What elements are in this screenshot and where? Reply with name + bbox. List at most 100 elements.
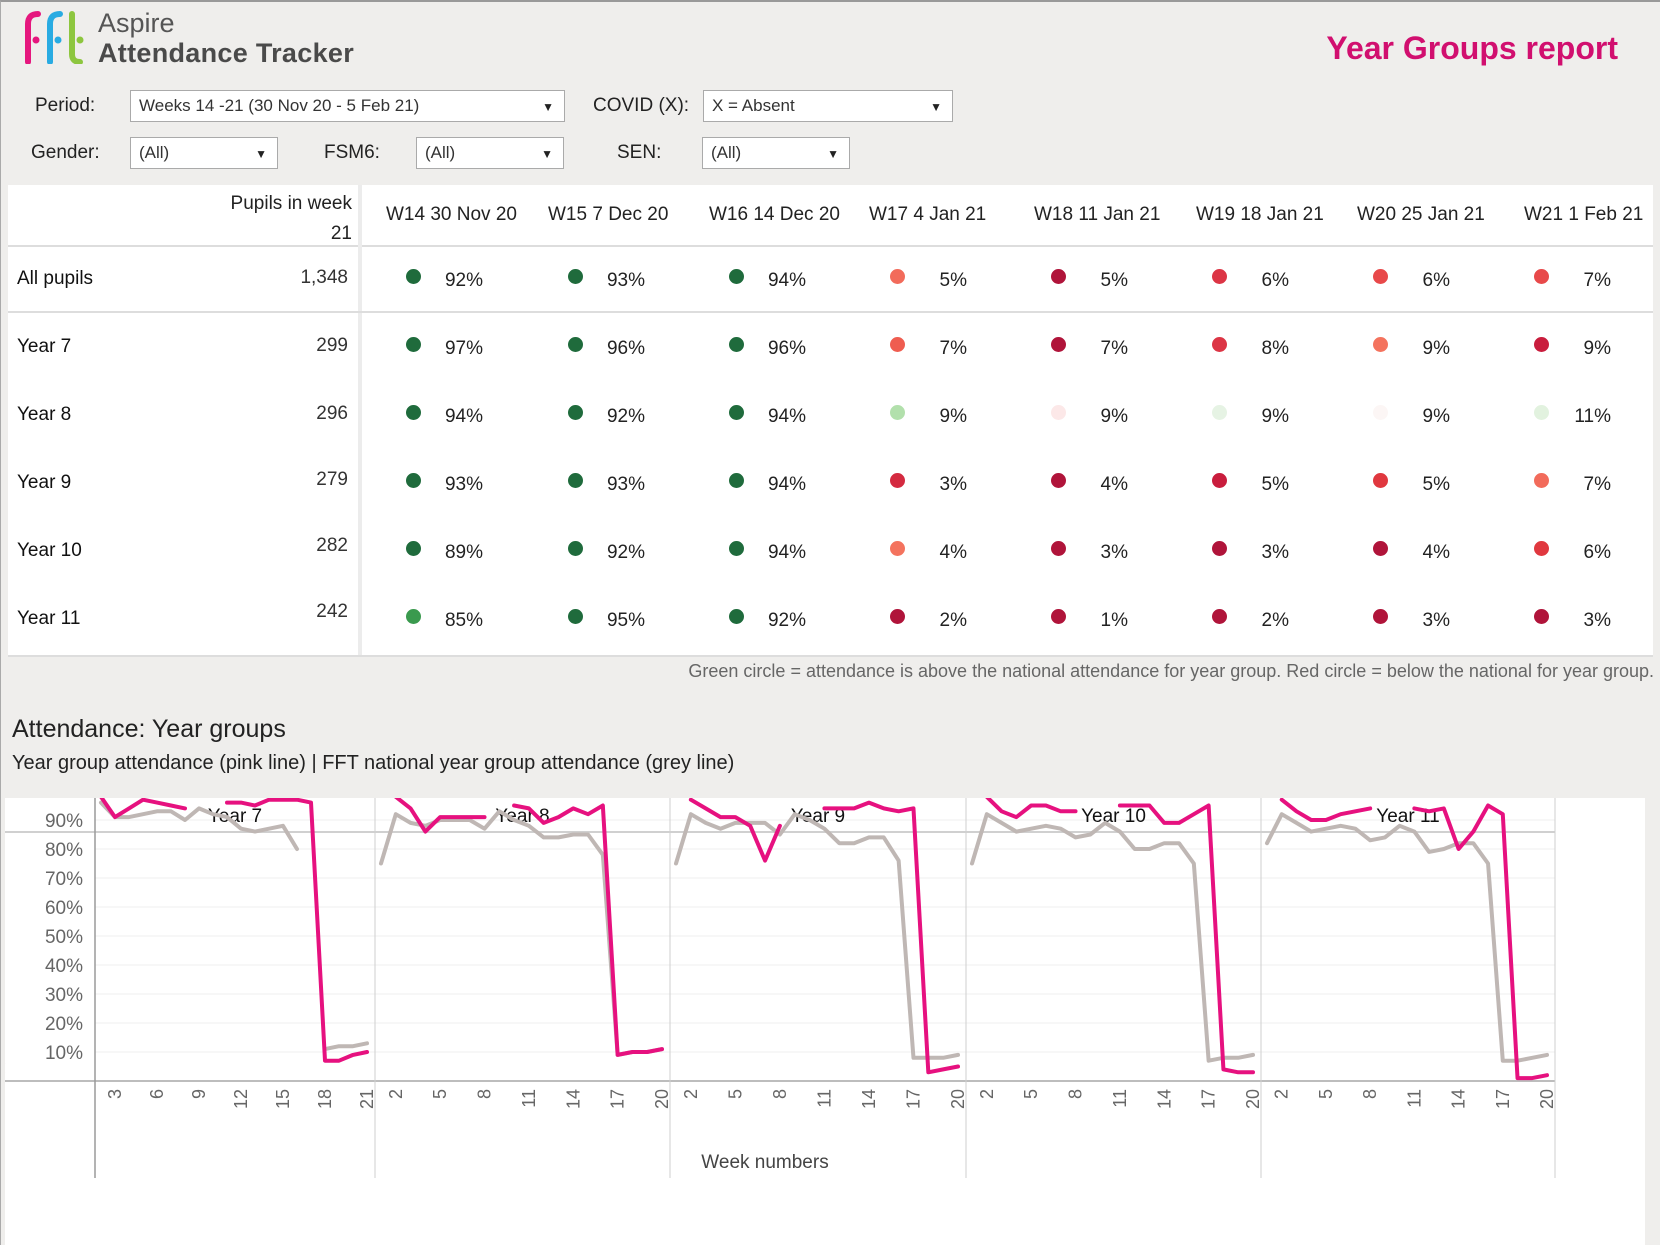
status-dot bbox=[568, 609, 583, 624]
attendance-value: 7% bbox=[939, 338, 967, 359]
status-dot bbox=[890, 609, 905, 624]
attendance-value: 6% bbox=[1261, 270, 1289, 291]
table-row: Year 10 282 89% 92% 94% 4% 3% 3% 4% 6% bbox=[8, 519, 1653, 585]
attendance-value: 9% bbox=[1100, 406, 1128, 427]
gender-dropdown[interactable]: (All) ▼ bbox=[130, 137, 278, 169]
attendance-value: 95% bbox=[606, 610, 645, 631]
x-tick-label: 5 bbox=[1316, 1089, 1336, 1099]
attendance-value: 94% bbox=[767, 542, 806, 563]
attendance-value: 5% bbox=[1100, 270, 1128, 291]
fsm6-value: (All) bbox=[425, 143, 456, 162]
table-row-all-pupils: All pupils 1,348 92% 93% 94% 5% 5% 6% 6% 7% bbox=[8, 247, 1653, 313]
y-tick-label: 30% bbox=[45, 985, 83, 1006]
attendance-value: 85% bbox=[444, 610, 483, 631]
covid-dropdown[interactable]: X = Absent ▼ bbox=[703, 90, 953, 122]
chevron-down-icon: ▼ bbox=[827, 147, 839, 161]
sen-label: SEN: bbox=[617, 142, 662, 163]
pupil-count: 299 bbox=[316, 335, 348, 356]
status-dot bbox=[1373, 541, 1388, 556]
x-tick-label: 17 bbox=[608, 1089, 628, 1109]
pupils-header-line2: 21 bbox=[330, 223, 352, 244]
status-dot bbox=[729, 473, 744, 488]
attendance-value: 96% bbox=[767, 338, 806, 359]
x-tick-label: 9 bbox=[189, 1089, 209, 1099]
row-label: Year 9 bbox=[17, 472, 72, 493]
status-dot bbox=[1051, 269, 1066, 284]
x-tick-label: 17 bbox=[1493, 1089, 1513, 1109]
y-tick-label: 20% bbox=[45, 1014, 83, 1035]
x-tick-label: 14 bbox=[1154, 1089, 1174, 1109]
school-line bbox=[688, 798, 782, 863]
attendance-value: 4% bbox=[939, 542, 967, 563]
status-dot bbox=[1373, 609, 1388, 624]
week-header: W14 30 Nov 20 bbox=[386, 204, 517, 225]
pupils-column-header: Pupils in week 21 bbox=[231, 189, 352, 249]
attendance-value: 93% bbox=[444, 474, 483, 495]
attendance-value: 3% bbox=[1422, 610, 1450, 631]
status-dot bbox=[1051, 405, 1066, 420]
app-title: Aspire Attendance Tracker bbox=[98, 8, 354, 68]
attendance-value: 94% bbox=[767, 474, 806, 495]
status-dot bbox=[1212, 269, 1227, 284]
y-tick-label: 10% bbox=[45, 1043, 83, 1064]
status-dot bbox=[1373, 337, 1388, 352]
status-dot bbox=[1534, 337, 1549, 352]
x-tick-label: 14 bbox=[563, 1089, 583, 1109]
status-dot bbox=[729, 609, 744, 624]
attendance-value: 3% bbox=[1261, 542, 1289, 563]
status-dot bbox=[1212, 405, 1227, 420]
y-tick-label: 60% bbox=[45, 898, 83, 919]
attendance-value: 9% bbox=[1422, 338, 1450, 359]
x-tick-label: 5 bbox=[1021, 1089, 1041, 1099]
x-tick-label: 8 bbox=[1066, 1089, 1086, 1099]
y-tick-label: 90% bbox=[45, 811, 83, 832]
pupils-header-line1: Pupils in week bbox=[230, 193, 352, 214]
chevron-down-icon: ▼ bbox=[930, 100, 942, 114]
attendance-value: 11% bbox=[1574, 406, 1611, 427]
sen-dropdown[interactable]: (All) ▼ bbox=[702, 137, 850, 169]
school-line bbox=[1412, 803, 1549, 1081]
x-tick-label: 2 bbox=[386, 1089, 406, 1099]
attendance-value: 2% bbox=[1261, 610, 1289, 631]
status-dot bbox=[1051, 541, 1066, 556]
attendance-value: 1% bbox=[1100, 610, 1128, 631]
attendance-value: 4% bbox=[1422, 542, 1450, 563]
chevron-down-icon: ▼ bbox=[542, 100, 554, 114]
x-tick-label: 8 bbox=[770, 1089, 790, 1099]
school-line bbox=[512, 803, 664, 1057]
status-dot bbox=[568, 473, 583, 488]
attendance-value: 5% bbox=[1261, 474, 1289, 495]
attendance-value: 94% bbox=[444, 406, 483, 427]
sen-value: (All) bbox=[711, 143, 742, 162]
section-subtitle: Year group attendance (pink line) | FFT … bbox=[12, 752, 735, 774]
school-line bbox=[225, 798, 369, 1063]
x-tick-label: 6 bbox=[147, 1089, 167, 1099]
chevron-down-icon: ▼ bbox=[255, 147, 267, 161]
x-tick-label: 8 bbox=[475, 1089, 495, 1099]
x-tick-label: 2 bbox=[977, 1089, 997, 1099]
period-dropdown[interactable]: Weeks 14 -21 (30 Nov 20 - 5 Feb 21) ▼ bbox=[130, 90, 565, 122]
fsm6-dropdown[interactable]: (All) ▼ bbox=[416, 137, 564, 169]
pupil-count: 242 bbox=[316, 601, 348, 622]
status-dot bbox=[406, 609, 421, 624]
school-line bbox=[1279, 798, 1373, 822]
attendance-value: 5% bbox=[939, 270, 967, 291]
row-label: All pupils bbox=[17, 268, 94, 289]
x-tick-label: 2 bbox=[681, 1089, 701, 1099]
status-dot bbox=[406, 337, 421, 352]
x-tick-label: 18 bbox=[315, 1089, 335, 1109]
status-dot bbox=[729, 541, 744, 556]
x-tick-label: 3 bbox=[105, 1089, 125, 1099]
status-dot bbox=[1212, 473, 1227, 488]
table-header-left: Pupils in week 21 bbox=[8, 185, 360, 247]
x-tick-label: 11 bbox=[1110, 1089, 1130, 1108]
week-header: W16 14 Dec 20 bbox=[709, 204, 840, 225]
status-dot bbox=[1051, 473, 1066, 488]
row-label: Year 8 bbox=[17, 404, 72, 425]
attendance-value: 9% bbox=[939, 406, 967, 427]
table-footnote: Green circle = attendance is above the n… bbox=[688, 661, 1654, 681]
gender-label: Gender: bbox=[31, 142, 100, 163]
brand-line2: Attendance Tracker bbox=[98, 38, 355, 68]
attendance-value: 97% bbox=[444, 338, 483, 359]
x-tick-label: 5 bbox=[430, 1089, 450, 1099]
